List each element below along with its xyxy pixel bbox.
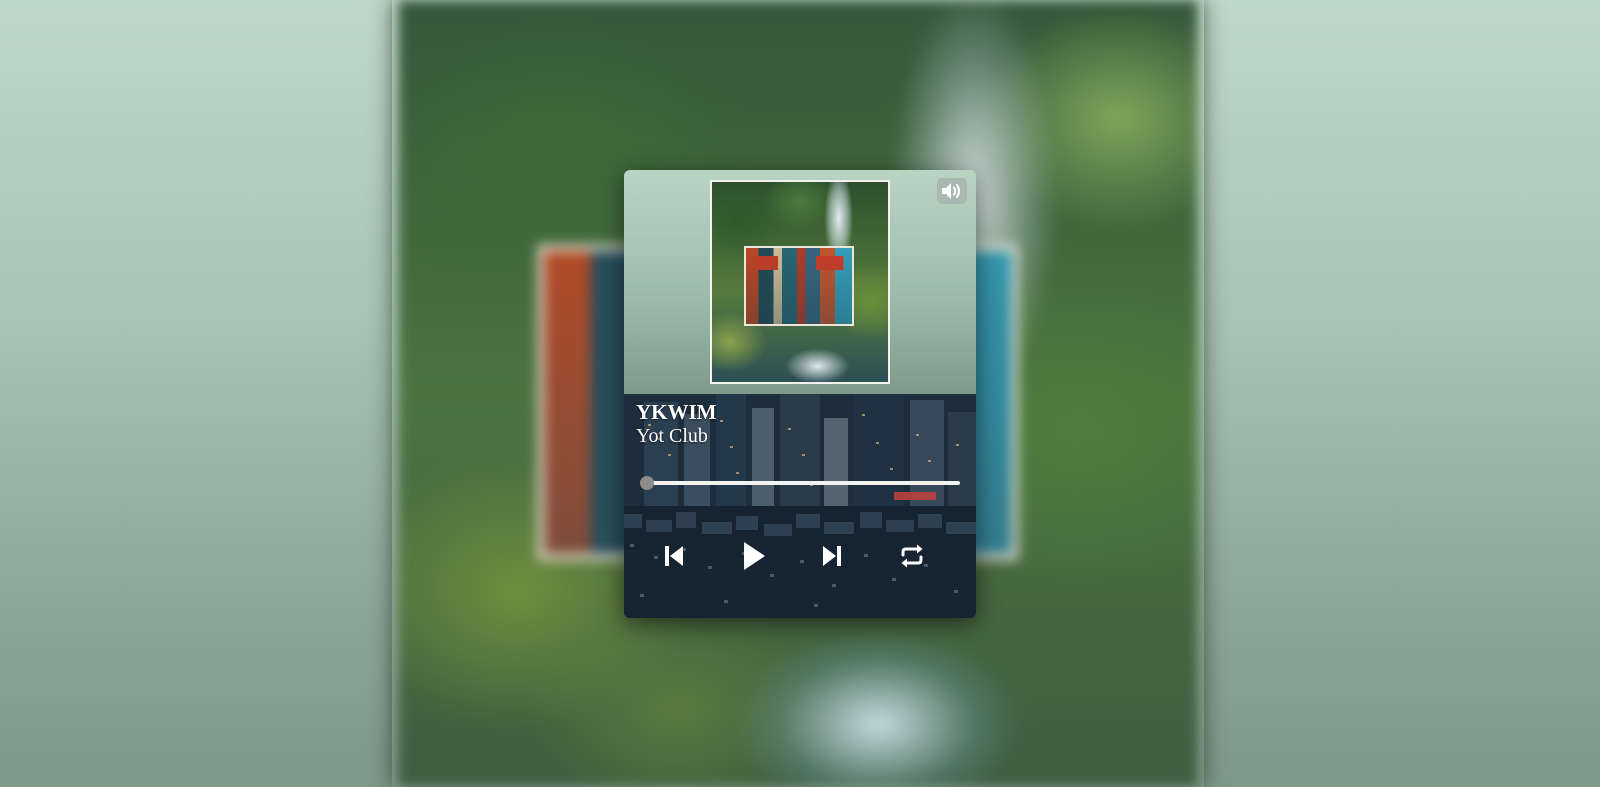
play-icon <box>744 542 765 570</box>
repeat-icon <box>901 544 923 568</box>
skip-previous-icon <box>665 546 683 566</box>
volume-button[interactable] <box>937 178 967 204</box>
skip-next-icon <box>823 546 841 566</box>
track-title: YKWIM <box>636 400 717 424</box>
progress-thumb[interactable] <box>640 476 654 490</box>
album-cover <box>710 180 890 384</box>
next-button[interactable] <box>816 540 848 572</box>
repeat-button[interactable] <box>896 540 928 572</box>
progress-track <box>640 481 960 485</box>
previous-button[interactable] <box>658 540 690 572</box>
player-body: YKWIM Yot Club <box>624 394 976 618</box>
progress-slider[interactable] <box>640 476 960 490</box>
play-button[interactable] <box>738 540 770 572</box>
volume-icon <box>942 183 960 199</box>
track-artist: Yot Club <box>636 425 708 447</box>
music-player-card: YKWIM Yot Club <box>624 170 976 618</box>
album-cover-inset <box>744 246 854 326</box>
player-header <box>624 170 976 394</box>
